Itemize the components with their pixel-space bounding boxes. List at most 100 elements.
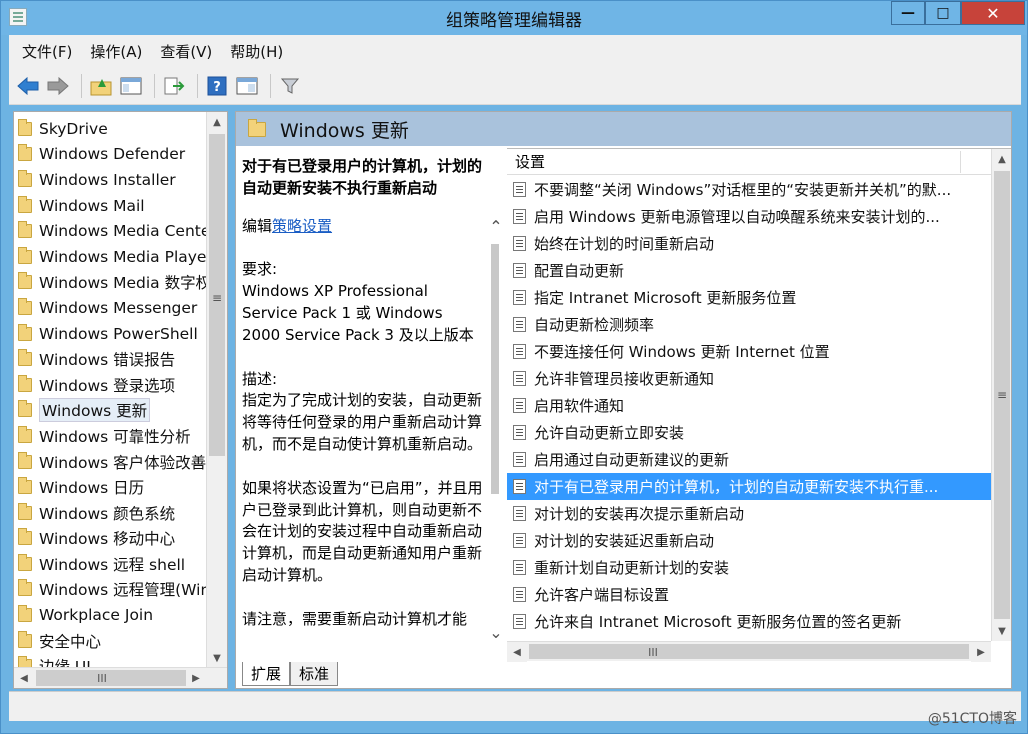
setting-row[interactable]: 启用软件通知 xyxy=(507,392,991,419)
minimize-button[interactable]: — xyxy=(891,1,925,25)
tab-standard[interactable]: 标准 xyxy=(290,662,339,686)
properties-icon[interactable] xyxy=(234,73,260,99)
setting-row[interactable]: 启用通过自动更新建议的更新 xyxy=(507,446,991,473)
status-bar xyxy=(9,691,1021,721)
settings-hscroll-thumb[interactable] xyxy=(529,644,969,659)
setting-row[interactable]: 不要调整“关闭 Windows”对话框里的“安装更新并关机”的默... xyxy=(507,176,991,203)
tree-item-label: Windows 客户体验改善 xyxy=(39,453,206,472)
menu-file[interactable]: 文件(F) xyxy=(13,41,81,62)
tree-item-label: Windows 远程 shell xyxy=(39,555,186,574)
setting-label: 不要连接任何 Windows 更新 Internet 位置 xyxy=(534,343,830,361)
policy-setting-icon xyxy=(513,506,526,521)
tree-item[interactable]: Windows 客户体验改善 xyxy=(14,449,206,475)
setting-row[interactable]: 允许非管理员接收更新通知 xyxy=(507,365,991,392)
tree-item[interactable]: Windows Media Cente xyxy=(14,218,206,244)
description-vertical-scrollbar[interactable]: ⌃ ⌄ xyxy=(486,216,506,662)
setting-row[interactable]: 始终在计划的时间重新启动 xyxy=(507,230,991,257)
tree-item[interactable]: Windows Mail xyxy=(14,193,206,219)
folder-icon xyxy=(18,502,32,520)
setting-row[interactable]: 自动更新检测频率 xyxy=(507,311,991,338)
setting-row[interactable]: 指定 Intranet Microsoft 更新服务位置 xyxy=(507,284,991,311)
tree-item[interactable]: Windows 远程 shell xyxy=(14,551,206,577)
folder-icon xyxy=(18,144,32,162)
tree-item[interactable]: Windows 颜色系统 xyxy=(14,500,206,526)
setting-row[interactable]: 重新计划自动更新计划的安装 xyxy=(507,554,991,581)
setting-row[interactable]: 不要连接任何 Windows 更新 Internet 位置 xyxy=(507,338,991,365)
help-icon[interactable]: ? xyxy=(204,73,230,99)
back-icon[interactable] xyxy=(15,73,41,99)
tree-item[interactable]: Windows 日历 xyxy=(14,474,206,500)
setting-row[interactable]: 对计划的安装再次提示重新启动 xyxy=(507,500,991,527)
scroll-up-arrow-icon[interactable]: ▲ xyxy=(207,112,227,132)
tree-pane[interactable]: SkyDrive Windows Defender Windows Installe… xyxy=(13,111,228,689)
setting-row[interactable]: 允许自动更新立即安装 xyxy=(507,419,991,446)
tree-item[interactable]: Windows Defender xyxy=(14,142,206,168)
description-scroll-thumb[interactable] xyxy=(491,244,499,494)
edit-policy-link[interactable]: 策略设置 xyxy=(272,217,332,235)
scroll-up-arrow-icon[interactable]: ▲ xyxy=(992,149,1011,169)
tree-item[interactable]: Windows 更新 xyxy=(14,398,206,424)
description-pane: 对于有已登录用户的计算机，计划的自动更新安装不执行重新启动 编辑策略设置 要求:… xyxy=(236,146,508,662)
setting-label: 指定 Intranet Microsoft 更新服务位置 xyxy=(534,289,797,307)
menu-view[interactable]: 查看(V) xyxy=(151,41,221,62)
setting-row[interactable]: 对计划的安装延迟重新启动 xyxy=(507,527,991,554)
settings-horizontal-scrollbar[interactable]: ◀ III ▶ xyxy=(507,641,991,662)
forward-icon[interactable] xyxy=(45,73,71,99)
setting-row[interactable]: 对于有已登录用户的计算机，计划的自动更新安装不执行重... xyxy=(507,473,991,500)
close-button[interactable]: ✕ xyxy=(961,1,1025,25)
chevron-down-icon[interactable]: ⌄ xyxy=(486,622,506,642)
tree-item[interactable]: Windows PowerShell xyxy=(14,321,206,347)
tree-horizontal-scrollbar[interactable]: ◀ III ▶ xyxy=(14,667,227,688)
tree-item[interactable]: Windows 远程管理(Win xyxy=(14,577,206,603)
tree-item-label: Windows 远程管理(Win xyxy=(39,581,206,600)
tree-item[interactable]: Windows 登录选项 xyxy=(14,372,206,398)
folder-icon xyxy=(18,400,32,418)
tree-item-label: Windows Media Playe xyxy=(39,247,206,266)
menu-help[interactable]: 帮助(H) xyxy=(221,41,292,62)
tree-item-label: Windows Media Cente xyxy=(39,222,206,241)
setting-row[interactable]: 允许客户端目标设置 xyxy=(507,581,991,608)
settings-column-header[interactable]: 设置 xyxy=(507,149,991,175)
tree-item[interactable]: Windows 可靠性分析 xyxy=(14,423,206,449)
folder-icon xyxy=(18,272,32,290)
folder-up-icon[interactable] xyxy=(88,73,114,99)
export-icon[interactable] xyxy=(161,73,187,99)
scroll-right-arrow-icon[interactable]: ▶ xyxy=(971,642,991,662)
menu-action[interactable]: 操作(A) xyxy=(81,41,151,62)
settings-vertical-scrollbar[interactable]: ▲ ≡ ▼ xyxy=(991,149,1011,641)
scroll-left-arrow-icon[interactable]: ◀ xyxy=(507,642,527,662)
setting-row[interactable]: 配置自动更新 xyxy=(507,257,991,284)
scroll-left-arrow-icon[interactable]: ◀ xyxy=(14,668,34,688)
tree-item[interactable]: Windows 移动中心 xyxy=(14,526,206,552)
svg-text:?: ? xyxy=(213,80,221,95)
toolbar-separator xyxy=(270,73,271,98)
tree-item[interactable]: 安全中心 xyxy=(14,628,206,654)
edit-policy-line: 编辑策略设置 xyxy=(242,216,484,238)
policy-setting-icon xyxy=(513,533,526,548)
tree-vertical-scrollbar[interactable]: ▲ ≡ ▼ xyxy=(206,112,227,668)
policy-setting-icon xyxy=(513,425,526,440)
tree-item[interactable]: SkyDrive xyxy=(14,116,206,142)
maximize-button[interactable]: □ xyxy=(925,1,961,25)
setting-row[interactable]: 允许来自 Intranet Microsoft 更新服务位置的签名更新 xyxy=(507,608,991,635)
tree-item[interactable]: Windows Media 数字权 xyxy=(14,270,206,296)
tree-item[interactable]: Windows Installer xyxy=(14,167,206,193)
tree-item-label: Windows 可靠性分析 xyxy=(39,427,191,446)
setting-row[interactable]: 启用 Windows 更新电源管理以自动唤醒系统来安装计划的... xyxy=(507,203,991,230)
setting-label: 对计划的安装延迟重新启动 xyxy=(534,532,715,550)
tree-item[interactable]: Windows Media Playe xyxy=(14,244,206,270)
tree-item[interactable]: Windows 错误报告 xyxy=(14,346,206,372)
show-hide-tree-icon[interactable] xyxy=(118,73,144,99)
tree-item[interactable]: Workplace Join xyxy=(14,602,206,628)
filter-icon[interactable] xyxy=(277,73,303,99)
policy-setting-icon xyxy=(513,182,526,197)
tree-item[interactable]: Windows Messenger xyxy=(14,295,206,321)
toolbar-separator xyxy=(197,73,198,98)
chevron-up-icon[interactable]: ⌃ xyxy=(486,216,506,236)
scroll-down-arrow-icon[interactable]: ▼ xyxy=(207,648,227,668)
tab-extended[interactable]: 扩展 xyxy=(242,662,291,686)
scroll-down-arrow-icon[interactable]: ▼ xyxy=(992,621,1011,641)
title-bar[interactable]: 组策略管理编辑器 — □ ✕ xyxy=(1,1,1027,35)
scroll-right-arrow-icon[interactable]: ▶ xyxy=(186,668,206,688)
tree-item-label: 安全中心 xyxy=(39,632,102,651)
